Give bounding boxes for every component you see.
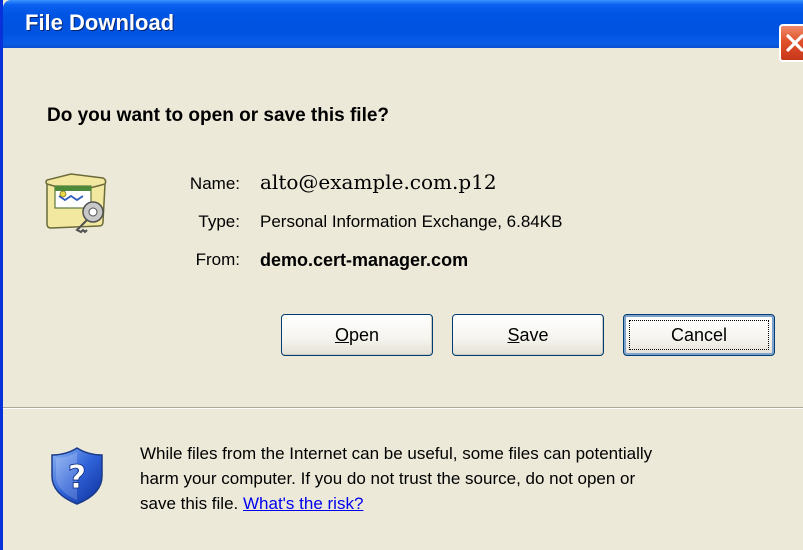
cancel-button[interactable]: Cancel	[623, 314, 775, 356]
window-title: File Download	[25, 10, 175, 35]
svg-text:?: ?	[68, 458, 87, 496]
dialog-question: Do you want to open or save this file?	[47, 105, 390, 126]
name-label: Name:	[189, 174, 240, 193]
open-button-mnemonic: O	[334, 324, 349, 345]
certificate-file-icon	[45, 173, 107, 234]
whats-the-risk-link[interactable]: What's the risk?	[243, 494, 363, 513]
focus-ring	[629, 320, 769, 350]
security-shield-question-icon: ?	[51, 447, 103, 505]
save-button-mnemonic: S	[507, 324, 520, 345]
warning-line-2: harm your computer. If you do not trust …	[140, 469, 636, 488]
warning-line-3: save this file. What's the risk?	[140, 491, 790, 516]
save-button[interactable]: Save	[452, 314, 604, 356]
open-button-label: pen	[348, 324, 380, 345]
separator	[3, 407, 803, 409]
save-button-label: ave	[519, 324, 549, 345]
type-label: Type:	[198, 212, 240, 231]
warning-line-3-text: save this file.	[140, 494, 243, 513]
open-button[interactable]: Open	[281, 314, 433, 356]
file-type-value: Personal Information Exchange, 6.84KB	[260, 212, 563, 231]
file-name-value: alto@example.com.p12	[260, 170, 497, 194]
close-button[interactable]	[779, 24, 803, 62]
source-host-value: demo.cert-manager.com	[260, 250, 469, 270]
file-download-dialog: File Download Do you want to open or sav…	[0, 0, 803, 550]
title-bar[interactable]: File Download	[3, 0, 803, 48]
close-icon	[786, 34, 803, 52]
security-warning: While files from the Internet can be use…	[140, 441, 790, 516]
warning-line-1: While files from the Internet can be use…	[140, 444, 653, 463]
from-label: From:	[195, 250, 240, 269]
